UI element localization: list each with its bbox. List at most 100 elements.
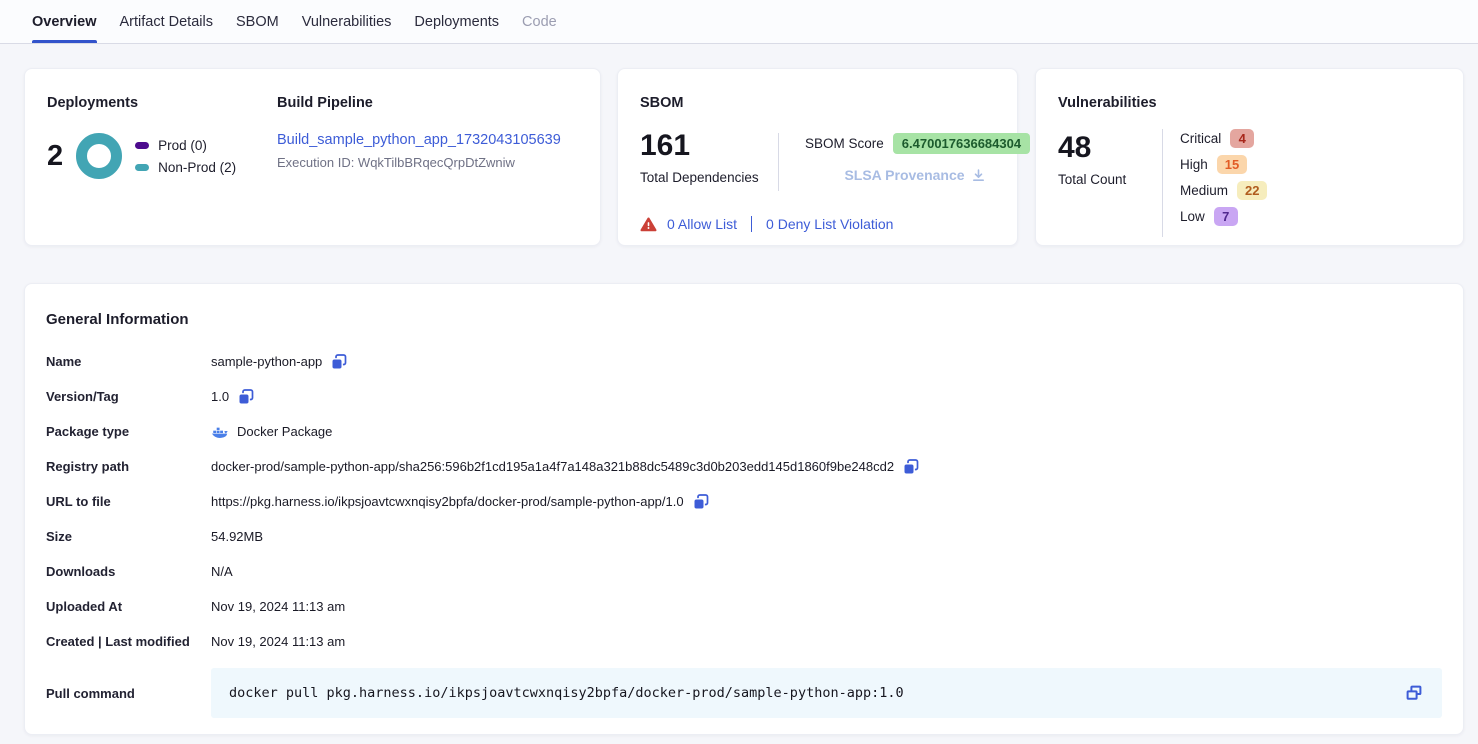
vulnerabilities-total: 48 Total Count <box>1058 133 1126 187</box>
name-value: sample-python-app <box>211 354 322 369</box>
info-row-downloads: Downloads N/A <box>46 554 1442 589</box>
info-row-url: URL to file https://pkg.harness.io/ikpsj… <box>46 484 1442 519</box>
deny-list-link[interactable]: 0 Deny List Violation <box>766 216 893 232</box>
package-type-label: Package type <box>46 424 211 439</box>
tab-overview[interactable]: Overview <box>32 0 97 43</box>
vulnerabilities-body: 48 Total Count Critical 4 High 15 Medium… <box>1058 129 1441 239</box>
package-type-value: Docker Package <box>237 424 332 439</box>
tab-artifact-details[interactable]: Artifact Details <box>120 0 213 43</box>
warning-icon <box>640 217 657 232</box>
copy-icon <box>330 353 348 371</box>
copy-version-button[interactable] <box>237 388 255 406</box>
severity-label-medium: Medium <box>1180 183 1228 198</box>
severity-count-high: 15 <box>1217 155 1247 174</box>
severity-label-low: Low <box>1180 209 1205 224</box>
sbom-stats: 161 Total Dependencies SBOM Score 6.4700… <box>640 131 995 193</box>
created-modified-label: Created | Last modified <box>46 634 211 649</box>
severity-label-critical: Critical <box>1180 131 1221 146</box>
prod-legend-swatch <box>135 142 149 149</box>
pull-command-box: docker pull pkg.harness.io/ikpsjoavtcwxn… <box>211 668 1442 718</box>
allow-list-link[interactable]: 0 Allow List <box>667 216 737 232</box>
copy-outline-icon <box>1404 683 1424 703</box>
downloads-value: N/A <box>211 564 233 579</box>
pipeline-link[interactable]: Build_sample_python_app_1732043105639 <box>277 132 561 148</box>
size-value: 54.92MB <box>211 529 263 544</box>
info-row-created-modified: Created | Last modified Nov 19, 2024 11:… <box>46 624 1442 659</box>
severity-row-critical: Critical 4 <box>1180 125 1267 151</box>
copy-url-button[interactable] <box>692 493 710 511</box>
vulnerabilities-title: Vulnerabilities <box>1058 95 1441 111</box>
docker-icon <box>211 425 229 439</box>
vulnerabilities-divider <box>1162 129 1163 237</box>
build-pipeline-title: Build Pipeline <box>277 95 561 111</box>
version-label: Version/Tag <box>46 389 211 404</box>
severity-row-high: High 15 <box>1180 151 1267 177</box>
severity-count-medium: 22 <box>1237 181 1267 200</box>
nonprod-legend-label: Non-Prod (2) <box>158 160 236 175</box>
severity-count-critical: 4 <box>1230 129 1254 148</box>
copy-registry-path-button[interactable] <box>902 458 920 476</box>
severity-row-low: Low 7 <box>1180 203 1267 229</box>
info-row-uploaded-at: Uploaded At Nov 19, 2024 11:13 am <box>46 589 1442 624</box>
deployments-legend: Prod (0) Non-Prod (2) <box>135 138 236 175</box>
severity-count-low: 7 <box>1214 207 1238 226</box>
legend-item-prod: Prod (0) <box>135 138 236 153</box>
sbom-total: 161 Total Dependencies <box>640 131 759 185</box>
sbom-score-badge: 6.470017636684304 <box>893 133 1030 154</box>
deployments-card: Deployments 2 Prod (0) Non-Prod (2) Buil… <box>24 68 601 246</box>
vulnerabilities-total-count: 48 <box>1058 133 1126 163</box>
severity-row-medium: Medium 22 <box>1180 177 1267 203</box>
general-information-title: General Information <box>46 311 1442 328</box>
copy-pull-command-button[interactable] <box>1404 683 1424 703</box>
deployments-total-count: 2 <box>47 142 63 171</box>
size-label: Size <box>46 529 211 544</box>
info-row-package-type: Package type Docker Package <box>46 414 1442 449</box>
severity-label-high: High <box>1180 157 1208 172</box>
sbom-card: SBOM 161 Total Dependencies SBOM Score 6… <box>617 68 1018 246</box>
name-label: Name <box>46 354 211 369</box>
downloads-label: Downloads <box>46 564 211 579</box>
nonprod-legend-swatch <box>135 164 149 171</box>
copy-name-button[interactable] <box>330 353 348 371</box>
info-row-version: Version/Tag 1.0 <box>46 379 1442 414</box>
uploaded-at-value: Nov 19, 2024 11:13 am <box>211 599 345 614</box>
severity-list: Critical 4 High 15 Medium 22 Low 7 <box>1180 125 1267 229</box>
created-modified-value: Nov 19, 2024 11:13 am <box>211 634 345 649</box>
sbom-divider <box>778 133 779 191</box>
slsa-provenance-button[interactable]: SLSA Provenance <box>844 167 985 183</box>
tab-vulnerabilities[interactable]: Vulnerabilities <box>302 0 392 43</box>
tab-deployments[interactable]: Deployments <box>414 0 499 43</box>
tab-sbom[interactable]: SBOM <box>236 0 279 43</box>
registry-path-value: docker-prod/sample-python-app/sha256:596… <box>211 459 894 474</box>
sbom-policy-links: 0 Allow List 0 Deny List Violation <box>640 216 995 232</box>
sbom-score-row: SBOM Score 6.470017636684304 <box>805 133 1025 154</box>
copy-icon <box>237 388 255 406</box>
copy-icon <box>902 458 920 476</box>
sbom-total-count: 161 <box>640 131 759 161</box>
version-value: 1.0 <box>211 389 229 404</box>
registry-path-label: Registry path <box>46 459 211 474</box>
sbom-total-label: Total Dependencies <box>640 170 759 185</box>
slsa-provenance-label: SLSA Provenance <box>844 167 964 183</box>
general-information-card: General Information Name sample-python-a… <box>24 283 1464 735</box>
info-row-pull-command: Pull command docker pull pkg.harness.io/… <box>46 668 1442 718</box>
info-row-registry-path: Registry path docker-prod/sample-python-… <box>46 449 1442 484</box>
sbom-score-section: SBOM Score 6.470017636684304 SLSA Proven… <box>805 133 1025 185</box>
legend-item-nonprod: Non-Prod (2) <box>135 160 236 175</box>
download-icon <box>971 168 986 183</box>
execution-id: Execution ID: WqkTilbBRqecQrpDtZwniw <box>277 155 561 170</box>
info-row-name: Name sample-python-app <box>46 344 1442 379</box>
links-separator <box>751 216 752 232</box>
uploaded-at-label: Uploaded At <box>46 599 211 614</box>
pull-command-label: Pull command <box>46 686 211 701</box>
copy-icon <box>692 493 710 511</box>
build-pipeline-section: Build Pipeline Build_sample_python_app_1… <box>277 95 561 170</box>
pull-command-value: docker pull pkg.harness.io/ikpsjoavtcwxn… <box>229 685 1392 701</box>
url-value: https://pkg.harness.io/ikpsjoavtcwxnqisy… <box>211 494 684 509</box>
url-label: URL to file <box>46 494 211 509</box>
tab-code: Code <box>522 0 557 43</box>
prod-legend-label: Prod (0) <box>158 138 207 153</box>
vulnerabilities-total-label: Total Count <box>1058 172 1126 187</box>
general-information-body: Name sample-python-app Version/Tag 1.0 <box>46 344 1442 718</box>
vulnerabilities-card: Vulnerabilities 48 Total Count Critical … <box>1035 68 1464 246</box>
